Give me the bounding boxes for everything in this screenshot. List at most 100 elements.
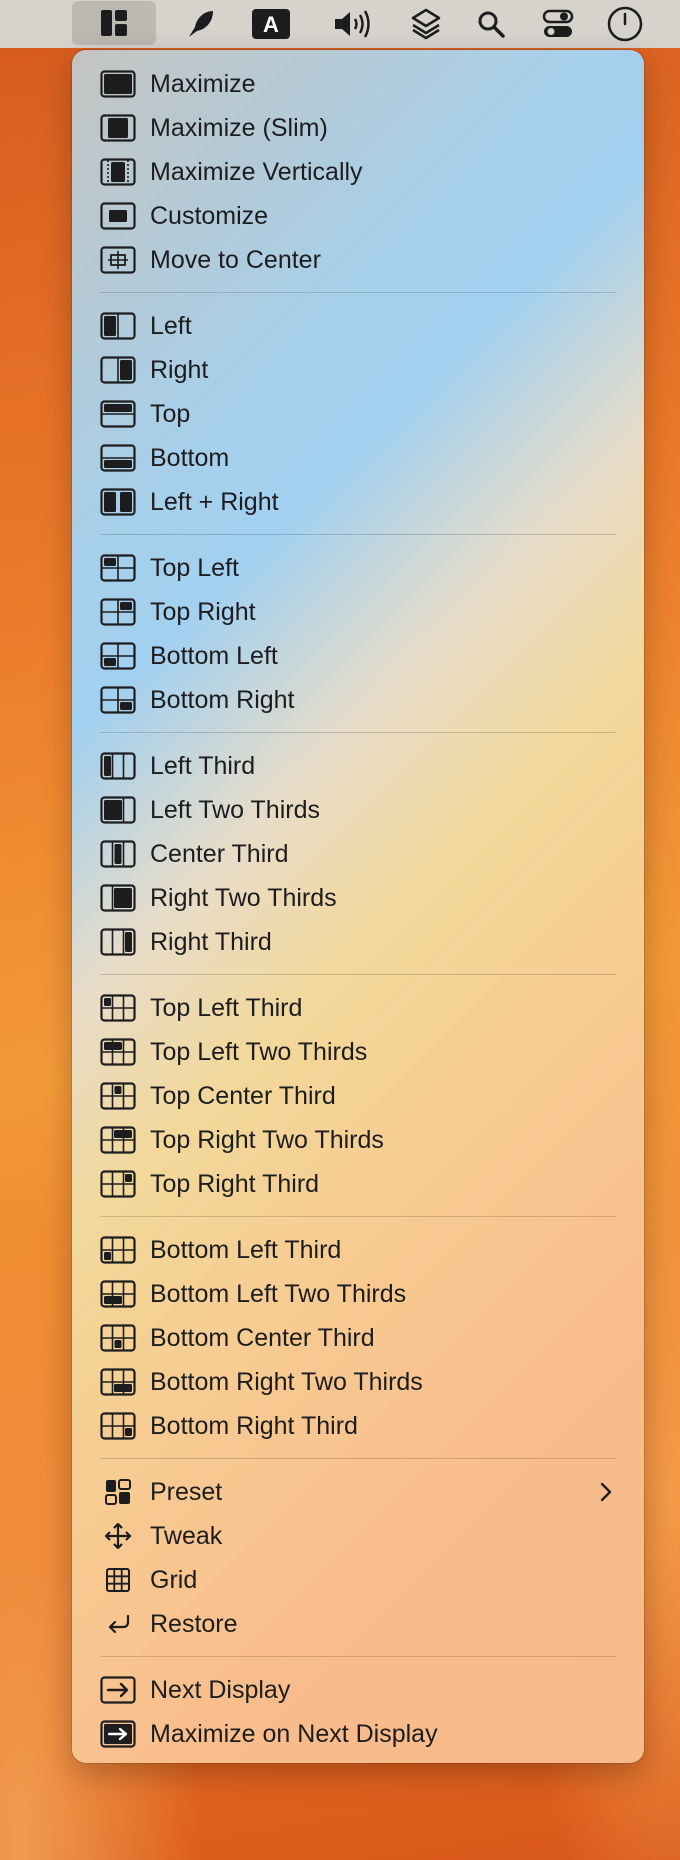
menu-item-label: Move to Center [150, 246, 321, 274]
menu-item-maximize-on-next-display[interactable]: Maximize on Next Display [72, 1712, 644, 1756]
menu-item-label: Bottom Right Two Thirds [150, 1368, 423, 1396]
feather-icon[interactable] [165, 0, 235, 48]
right-half-icon [100, 356, 136, 384]
menu-item-top-left-third[interactable]: Top Left Third [72, 986, 644, 1030]
menu-item-left-two-thirds[interactable]: Left Two Thirds [72, 788, 644, 832]
menu-item-maximize[interactable]: Maximize [72, 62, 644, 106]
menu-item-label: Restore [150, 1610, 238, 1638]
window-layout-menu: Maximize Maximize (Slim) Maximize Vertical… [72, 50, 644, 1763]
menu-item-label: Right [150, 356, 209, 384]
menu-item-bottom-left-two-thirds[interactable]: Bottom Left Two Thirds [72, 1272, 644, 1316]
menu-separator [72, 964, 644, 986]
menu-item-label: Left [150, 312, 192, 340]
menu-item-right-third[interactable]: Right Third [72, 920, 644, 964]
menu-separator [72, 722, 644, 744]
menu-item-label: Top Center Third [150, 1082, 336, 1110]
left-third-icon [100, 752, 136, 780]
menu-item-label: Bottom Right Third [150, 1412, 358, 1440]
top-left-third-icon [100, 994, 136, 1022]
menu-separator [72, 1646, 644, 1668]
menu-item-bottom[interactable]: Bottom [72, 436, 644, 480]
menu-item-label: Bottom [150, 444, 230, 472]
menu-item-tweak[interactable]: Tweak [72, 1514, 644, 1558]
menu-item-label: Grid [150, 1566, 198, 1594]
menu-separator [72, 524, 644, 546]
menu-item-label: Preset [150, 1478, 223, 1506]
menu-item-top-left[interactable]: Top Left [72, 546, 644, 590]
menu-item-bottom-right[interactable]: Bottom Right [72, 678, 644, 722]
menu-item-label: Top Left Third [150, 994, 303, 1022]
move-to-center-icon [100, 246, 136, 274]
menu-item-move-to-center[interactable]: Move to Center [72, 238, 644, 282]
center-third-icon [100, 840, 136, 868]
menu-item-right-two-thirds[interactable]: Right Two Thirds [72, 876, 644, 920]
bottom-right-third-icon [100, 1412, 136, 1440]
menu-item-bottom-right-third[interactable]: Bottom Right Third [72, 1404, 644, 1448]
menu-item-label: Bottom Left Two Thirds [150, 1280, 407, 1308]
top-left-quarter-icon [100, 554, 136, 582]
restore-icon [100, 1610, 136, 1638]
window-layout-icon[interactable] [72, 1, 156, 45]
top-left-two-thirds-icon [100, 1038, 136, 1066]
left-two-thirds-icon [100, 796, 136, 824]
menu-item-left-third[interactable]: Left Third [72, 744, 644, 788]
bottom-center-third-icon [100, 1324, 136, 1352]
grid-icon [100, 1566, 136, 1594]
chevron-right-icon [596, 1478, 616, 1506]
top-right-two-thirds-icon [100, 1126, 136, 1154]
left-right-icon [100, 488, 136, 516]
menu-item-bottom-right-two-thirds[interactable]: Bottom Right Two Thirds [72, 1360, 644, 1404]
menu-item-left-right[interactable]: Left + Right [72, 480, 644, 524]
menu-item-label: Customize [150, 202, 269, 230]
maximize-slim-icon [100, 114, 136, 142]
search-icon[interactable] [456, 0, 526, 48]
menu-item-top-right-two-thirds[interactable]: Top Right Two Thirds [72, 1118, 644, 1162]
menu-item-top-right[interactable]: Top Right [72, 590, 644, 634]
menu-item-bottom-center-third[interactable]: Bottom Center Third [72, 1316, 644, 1360]
bottom-left-two-thirds-icon [100, 1280, 136, 1308]
menu-item-right[interactable]: Right [72, 348, 644, 392]
bottom-half-icon [100, 444, 136, 472]
maximize-next-display-icon [100, 1720, 136, 1748]
menu-item-label: Maximize on Next Display [150, 1720, 438, 1748]
menu-item-label: Bottom Left Third [150, 1236, 342, 1264]
text-input-a-icon[interactable]: A [236, 0, 306, 48]
control-center-icon[interactable] [523, 0, 593, 48]
menu-bar: A [0, 0, 680, 48]
volume-icon[interactable] [318, 0, 388, 48]
menu-item-bottom-left[interactable]: Bottom Left [72, 634, 644, 678]
menu-item-label: Maximize Vertically [150, 158, 363, 186]
menu-item-bottom-left-third[interactable]: Bottom Left Third [72, 1228, 644, 1272]
menu-item-preset[interactable]: Preset [72, 1470, 644, 1514]
menu-item-label: Maximize [150, 70, 256, 98]
menu-item-label: Top Left [150, 554, 239, 582]
clock-icon[interactable] [590, 0, 660, 48]
left-half-icon [100, 312, 136, 340]
menu-item-grid[interactable]: Grid [72, 1558, 644, 1602]
top-center-third-icon [100, 1082, 136, 1110]
layers-icon[interactable] [391, 0, 461, 48]
top-right-third-icon [100, 1170, 136, 1198]
menu-item-customize[interactable]: Customize [72, 194, 644, 238]
menu-item-top[interactable]: Top [72, 392, 644, 436]
menu-item-restore[interactable]: Restore [72, 1602, 644, 1646]
menu-item-top-left-two-thirds[interactable]: Top Left Two Thirds [72, 1030, 644, 1074]
menu-item-label: Top Right [150, 598, 256, 626]
menu-item-label: Bottom Right [150, 686, 295, 714]
menu-item-top-right-third[interactable]: Top Right Third [72, 1162, 644, 1206]
top-right-quarter-icon [100, 598, 136, 626]
menu-item-label: Left + Right [150, 488, 279, 516]
customize-icon [100, 202, 136, 230]
menu-item-top-center-third[interactable]: Top Center Third [72, 1074, 644, 1118]
menu-item-maximize-vertically[interactable]: Maximize Vertically [72, 150, 644, 194]
menu-item-maximize-slim[interactable]: Maximize (Slim) [72, 106, 644, 150]
menu-item-next-display[interactable]: Next Display [72, 1668, 644, 1712]
menu-item-center-third[interactable]: Center Third [72, 832, 644, 876]
menubar-a-glyph: A [263, 12, 279, 37]
menu-item-label: Left Third [150, 752, 256, 780]
menu-item-label: Top Right Third [150, 1170, 320, 1198]
menu-item-left[interactable]: Left [72, 304, 644, 348]
bottom-left-quarter-icon [100, 642, 136, 670]
menu-item-label: Bottom Left [150, 642, 278, 670]
menu-item-label: Next Display [150, 1676, 291, 1704]
